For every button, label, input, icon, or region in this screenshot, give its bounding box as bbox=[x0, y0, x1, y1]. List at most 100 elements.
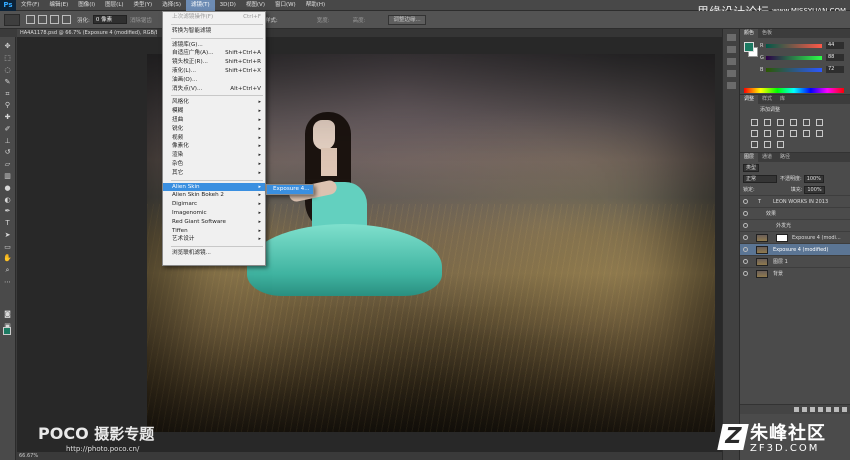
type-tool-icon[interactable]: T bbox=[3, 219, 12, 228]
layer-kind-filter[interactable]: 类型 bbox=[743, 163, 760, 172]
opacity-input[interactable]: 100% bbox=[803, 174, 824, 183]
new-group-icon[interactable] bbox=[826, 407, 831, 412]
green-slider[interactable]: G 88 bbox=[760, 54, 848, 61]
marquee-tool-icon[interactable]: ⬚ bbox=[3, 54, 12, 63]
filter-menu-item[interactable]: 渲染 ▸ bbox=[163, 151, 265, 160]
menu-item[interactable]: 图层(L) bbox=[100, 0, 128, 11]
filter-menu-item[interactable]: 艺术设计 ▸ bbox=[163, 235, 265, 244]
layer-row[interactable]: 外发光 bbox=[740, 219, 850, 231]
brightness-icon[interactable] bbox=[751, 119, 758, 126]
quick-mask-icon[interactable]: ◙ bbox=[3, 310, 12, 319]
blue-value[interactable]: 72 bbox=[826, 66, 844, 73]
layer-row[interactable]: Exposure 4 (modi... bbox=[740, 231, 850, 243]
document-tab[interactable]: HA4A1178.psd @ 66.7% (Exposure 4 (modifi… bbox=[17, 29, 157, 37]
layer-row[interactable]: Exposure 4 (modified) bbox=[740, 243, 850, 255]
menu-item[interactable]: 3D(D) bbox=[215, 0, 241, 11]
exposure-4-menu-item[interactable]: Exposure 4... bbox=[267, 185, 313, 194]
blur-tool-icon[interactable]: ● bbox=[3, 184, 12, 193]
tab-color[interactable]: 颜色 bbox=[740, 29, 759, 38]
tab-libraries[interactable]: 库 bbox=[776, 95, 789, 104]
levels-icon[interactable] bbox=[764, 119, 771, 126]
channel-mixer-icon[interactable] bbox=[790, 130, 797, 137]
eye-icon[interactable] bbox=[743, 211, 748, 216]
trash-icon[interactable] bbox=[842, 407, 847, 412]
path-select-tool-icon[interactable]: ➤ bbox=[3, 231, 12, 240]
eye-icon[interactable] bbox=[743, 271, 748, 276]
filter-menu-item[interactable]: 滤镜库(G)... bbox=[163, 41, 265, 50]
filter-menu-item[interactable]: Tiffen ▸ bbox=[163, 227, 265, 236]
color-spectrum[interactable] bbox=[744, 88, 844, 93]
brush-panel-icon[interactable] bbox=[726, 82, 736, 89]
eye-icon[interactable] bbox=[743, 223, 748, 228]
quick-select-tool-icon[interactable]: ✎ bbox=[3, 78, 12, 87]
blend-mode-select[interactable]: 正常 bbox=[743, 174, 777, 183]
shape-tool-icon[interactable]: ▭ bbox=[3, 243, 12, 252]
eye-icon[interactable] bbox=[743, 259, 748, 264]
menu-item[interactable]: 编辑(E) bbox=[44, 0, 73, 11]
gradient-map-icon[interactable] bbox=[764, 141, 771, 148]
filter-menu-item[interactable]: 消失点(V)... Alt+Ctrl+V bbox=[163, 85, 265, 94]
tab-styles[interactable]: 样式 bbox=[758, 95, 776, 104]
refine-edge-button[interactable]: 调整边缘... bbox=[388, 14, 426, 25]
green-value[interactable]: 88 bbox=[826, 54, 844, 61]
paragraph-panel-icon[interactable] bbox=[726, 70, 736, 77]
filter-menu-item[interactable]: Alien Skin ▸ bbox=[163, 182, 265, 192]
fg-color-chip[interactable] bbox=[744, 42, 754, 52]
add-selection-icon[interactable] bbox=[38, 15, 47, 24]
filter-menu-item[interactable]: 扭曲 ▸ bbox=[163, 116, 265, 125]
move-tool-icon[interactable]: ✥ bbox=[3, 42, 12, 51]
menu-item[interactable]: 窗口(W) bbox=[270, 0, 301, 11]
filter-menu-item[interactable]: 风格化 ▸ bbox=[163, 98, 265, 107]
color-balance-icon[interactable] bbox=[751, 130, 758, 137]
filter-menu-item[interactable]: 液化(L)... Shift+Ctrl+X bbox=[163, 67, 265, 76]
history-brush-tool-icon[interactable]: ↺ bbox=[3, 148, 12, 157]
tab-swatches[interactable]: 色板 bbox=[758, 29, 776, 38]
curves-icon[interactable] bbox=[777, 119, 784, 126]
subtract-selection-icon[interactable] bbox=[50, 15, 59, 24]
filter-menu-item[interactable]: 杂色 ▸ bbox=[163, 160, 265, 169]
new-adjustment-icon[interactable] bbox=[818, 407, 823, 412]
gradient-tool-icon[interactable]: ▥ bbox=[3, 172, 12, 181]
dodge-tool-icon[interactable]: ◐ bbox=[3, 196, 12, 205]
threshold-icon[interactable] bbox=[751, 141, 758, 148]
layer-row[interactable]: 图层 1 bbox=[740, 255, 850, 267]
properties-panel-icon[interactable] bbox=[726, 46, 736, 53]
link-layers-icon[interactable] bbox=[794, 407, 799, 412]
selective-color-icon[interactable] bbox=[777, 141, 784, 148]
pen-tool-icon[interactable]: ✒ bbox=[3, 207, 12, 216]
healing-brush-tool-icon[interactable]: ✚ bbox=[3, 113, 12, 122]
tab-layers[interactable]: 图层 bbox=[740, 153, 759, 162]
filter-menu-item[interactable]: 自适应广角(A)... Shift+Ctrl+A bbox=[163, 49, 265, 58]
new-selection-icon[interactable] bbox=[26, 15, 35, 24]
filter-menu-item[interactable]: 像素化 ▸ bbox=[163, 142, 265, 151]
menu-item[interactable]: 帮助(H) bbox=[301, 0, 330, 11]
filter-menu-item[interactable]: 其它 ▸ bbox=[163, 169, 265, 178]
zoom-level[interactable]: 66.67% bbox=[19, 453, 38, 459]
black-white-icon[interactable] bbox=[764, 130, 771, 137]
antialias-checkbox[interactable]: 消除锯齿 bbox=[130, 16, 152, 24]
filter-menu-item[interactable]: Alien Skin Bokeh 2 ▸ bbox=[163, 191, 265, 200]
red-slider[interactable]: R 44 bbox=[760, 42, 848, 49]
crop-tool-icon[interactable]: ⌗ bbox=[3, 90, 12, 99]
intersect-selection-icon[interactable] bbox=[62, 15, 71, 24]
filter-menu-item[interactable]: 浏览联机滤镜... bbox=[163, 249, 265, 258]
tool-preset-picker[interactable] bbox=[4, 13, 20, 26]
tab-adjustments[interactable]: 调整 bbox=[740, 95, 759, 104]
lasso-tool-icon[interactable]: ◌ bbox=[3, 66, 12, 75]
blue-slider[interactable]: B 72 bbox=[760, 66, 848, 73]
clone-stamp-tool-icon[interactable]: ⊥ bbox=[3, 137, 12, 146]
new-layer-icon[interactable] bbox=[834, 407, 839, 412]
add-mask-icon[interactable] bbox=[810, 407, 815, 412]
layer-mask-thumbnail[interactable] bbox=[776, 234, 788, 242]
hue-saturation-icon[interactable] bbox=[816, 119, 823, 126]
exposure-icon[interactable] bbox=[790, 119, 797, 126]
tab-channels[interactable]: 通道 bbox=[758, 153, 776, 162]
filter-menu-item[interactable]: 锐化 ▸ bbox=[163, 125, 265, 134]
eye-icon[interactable] bbox=[743, 235, 748, 240]
menu-item[interactable]: 类型(Y) bbox=[129, 0, 158, 11]
character-panel-icon[interactable] bbox=[726, 58, 736, 65]
fill-input[interactable]: 100% bbox=[804, 185, 825, 194]
hand-tool-icon[interactable]: ✋ bbox=[3, 254, 12, 263]
menu-item[interactable]: 文件(F) bbox=[16, 0, 44, 11]
photo-filter-icon[interactable] bbox=[777, 130, 784, 137]
